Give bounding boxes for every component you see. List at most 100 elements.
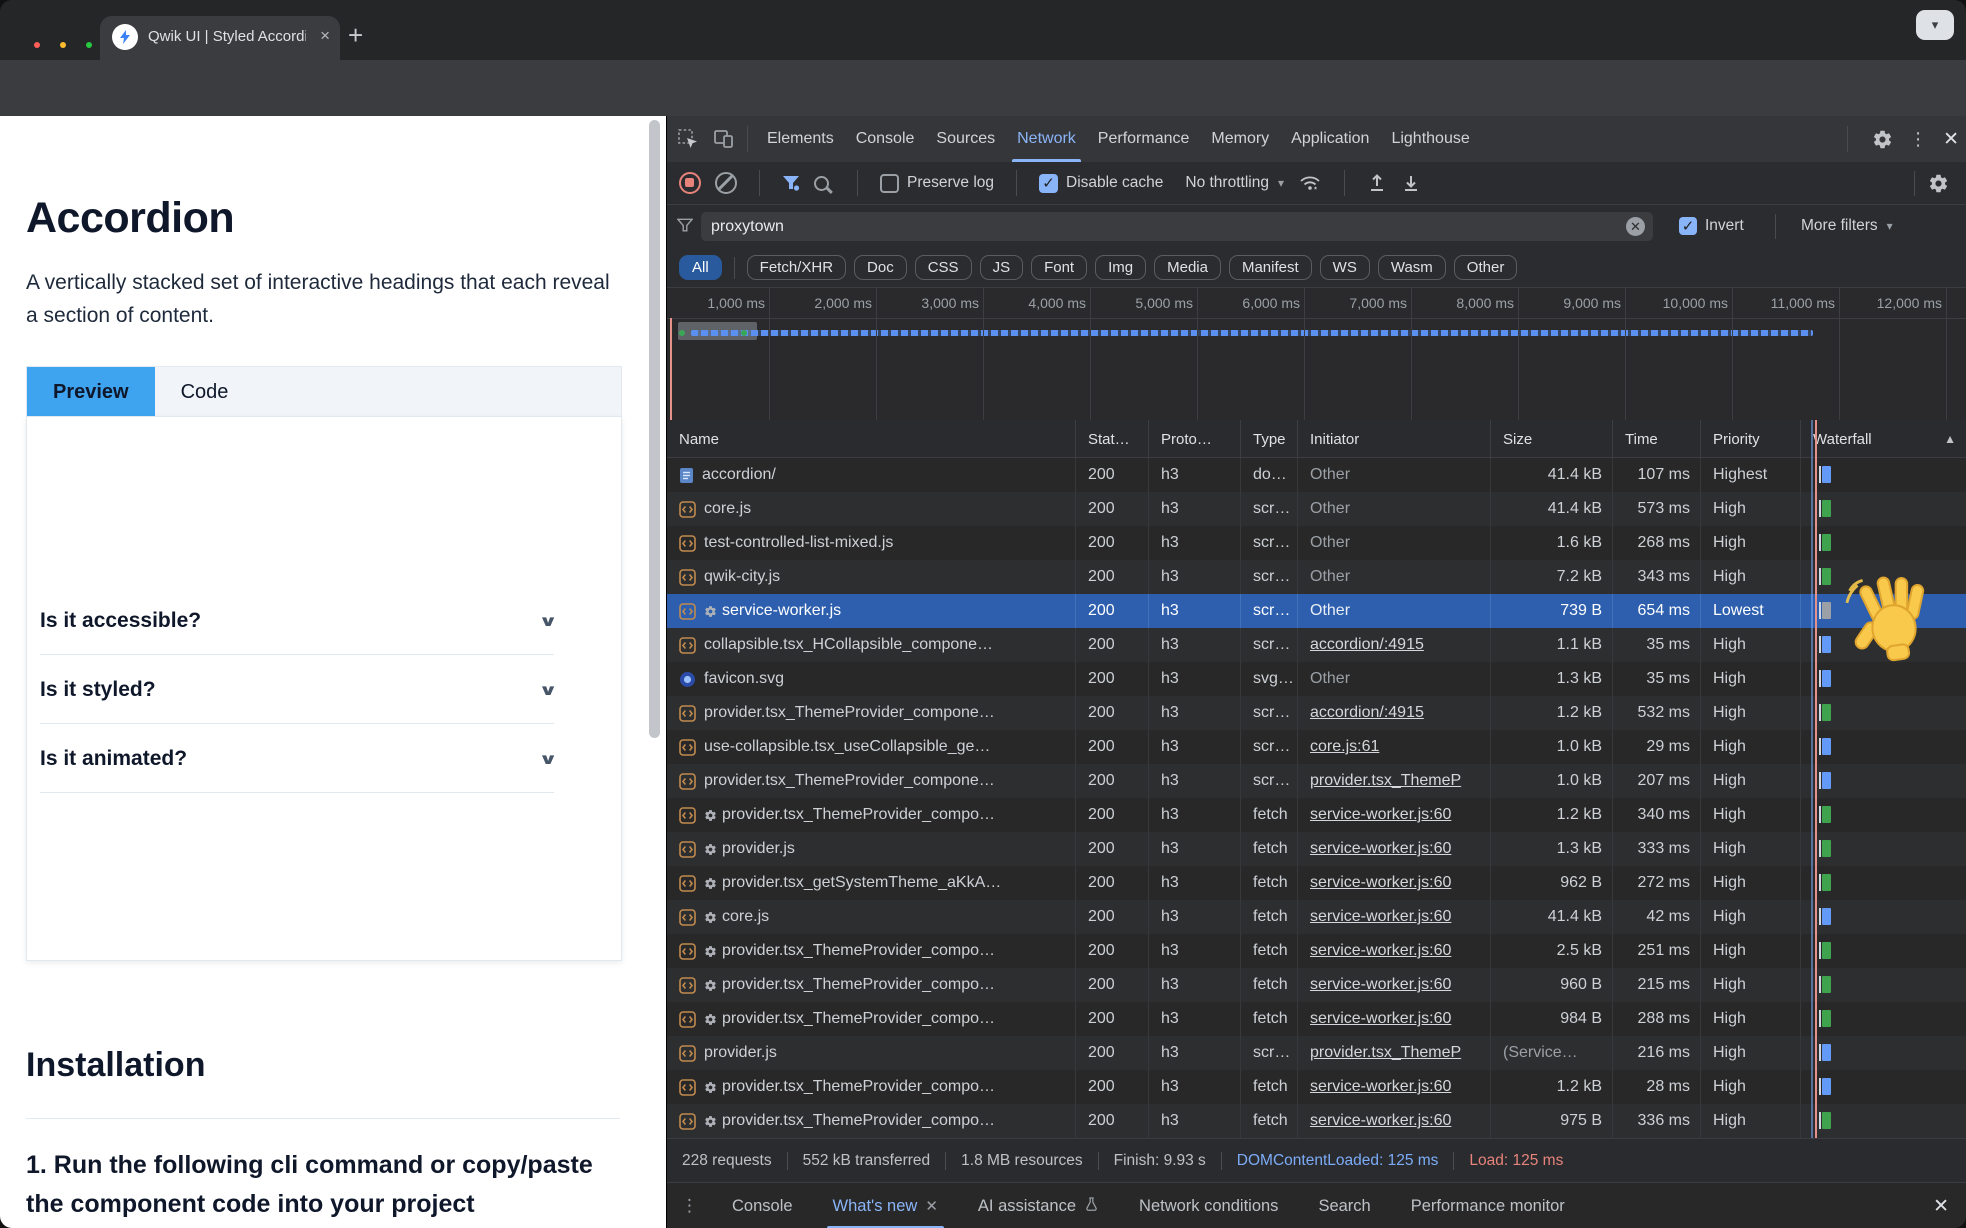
import-har-icon[interactable]: [1367, 173, 1387, 193]
type-chip-doc[interactable]: Doc: [854, 255, 907, 280]
column-header-waterfall[interactable]: Waterfall▲: [1801, 420, 1966, 458]
request-row-provider-tsx-themeprovider-compo-16[interactable]: provider.tsx_ThemeProvider_compo…200h3fe…: [667, 1002, 1966, 1036]
request-row-provider-tsx-themeprovider-compo-14[interactable]: provider.tsx_ThemeProvider_compo…200h3fe…: [667, 934, 1966, 968]
request-row-provider-tsx-themeprovider-compone-7[interactable]: provider.tsx_ThemeProvider_compone…200h3…: [667, 696, 1966, 730]
initiator-link[interactable]: core.js:61: [1310, 738, 1379, 756]
filter-clear-icon[interactable]: ✕: [1626, 217, 1645, 236]
devtools-tab-network[interactable]: Network: [1006, 116, 1087, 162]
initiator-link[interactable]: provider.tsx_ThemeP: [1310, 772, 1461, 790]
devtools-tab-sources[interactable]: Sources: [925, 116, 1006, 162]
column-header-stat[interactable]: Stat…: [1076, 420, 1149, 458]
browser-tab[interactable]: Qwik UI | Styled Accordion Co ×: [100, 16, 340, 60]
initiator-link[interactable]: service-worker.js:60: [1310, 874, 1451, 892]
request-row-provider-js-17[interactable]: provider.js200h3scr…provider.tsx_ThemeP(…: [667, 1036, 1966, 1070]
column-header-priority[interactable]: Priority: [1701, 420, 1801, 458]
devtools-menu-icon[interactable]: ⋮: [1909, 129, 1927, 150]
drawer-tab-performance-monitor[interactable]: Performance monitor: [1391, 1183, 1585, 1228]
request-row-core-js-13[interactable]: core.js200h3fetchservice-worker.js:6041.…: [667, 900, 1966, 934]
network-settings-icon[interactable]: [1928, 173, 1949, 194]
search-network-icon[interactable]: [814, 176, 829, 191]
accordion-item-is-it-styled[interactable]: Is it styled?∨: [40, 657, 554, 724]
type-chip-css[interactable]: CSS: [915, 255, 972, 280]
request-row-test-controlled-list-mixed-js-2[interactable]: test-controlled-list-mixed.js200h3scr…Ot…: [667, 526, 1966, 560]
drawer-tab-close-icon[interactable]: ✕: [925, 1197, 938, 1215]
request-row-provider-tsx-themeprovider-compo-10[interactable]: provider.tsx_ThemeProvider_compo…200h3fe…: [667, 798, 1966, 832]
devtools-tab-application[interactable]: Application: [1280, 116, 1380, 162]
type-chip-font[interactable]: Font: [1031, 255, 1087, 280]
macos-minimize-button[interactable]: [60, 42, 66, 48]
clear-network-log-icon[interactable]: [715, 172, 737, 194]
accordion-item-is-it-animated[interactable]: Is it animated?∨: [40, 726, 554, 793]
initiator-link[interactable]: provider.tsx_ThemeP: [1310, 1044, 1461, 1062]
type-chip-all[interactable]: All: [679, 255, 722, 280]
column-header-initiator[interactable]: Initiator: [1298, 420, 1491, 458]
initiator-link[interactable]: service-worker.js:60: [1310, 976, 1451, 994]
drawer-tab-ai-assistance[interactable]: AI assistance: [958, 1183, 1119, 1228]
filter-input[interactable]: proxytown ✕: [701, 212, 1653, 241]
request-row-provider-tsx-themeprovider-compo-19[interactable]: provider.tsx_ThemeProvider_compo…200h3fe…: [667, 1104, 1966, 1138]
network-conditions-icon[interactable]: [1298, 173, 1322, 193]
request-row-provider-tsx-themeprovider-compo-15[interactable]: provider.tsx_ThemeProvider_compo…200h3fe…: [667, 968, 1966, 1002]
throttling-select[interactable]: No throttling ▾: [1185, 174, 1284, 192]
request-row-collapsible-tsx-hcollapsible-compone-5[interactable]: collapsible.tsx_HCollapsible_compone…200…: [667, 628, 1966, 662]
column-header-size[interactable]: Size: [1491, 420, 1613, 458]
request-row-qwik-city-js-3[interactable]: qwik-city.js200h3scr…Other7.2 kB343 msHi…: [667, 560, 1966, 594]
drawer-tab-what-s-new[interactable]: What's new✕: [813, 1183, 958, 1228]
request-row-core-js-1[interactable]: core.js200h3scr…Other41.4 kB573 msHigh: [667, 492, 1966, 526]
request-row-provider-js-11[interactable]: provider.js200h3fetchservice-worker.js:6…: [667, 832, 1966, 866]
initiator-link[interactable]: service-worker.js:60: [1310, 908, 1451, 926]
drawer-tab-search[interactable]: Search: [1298, 1183, 1390, 1228]
devtools-settings-icon[interactable]: [1872, 129, 1893, 150]
export-har-icon[interactable]: [1401, 173, 1421, 193]
drawer-menu-icon[interactable]: ⋮: [681, 1196, 698, 1216]
request-row-provider-tsx-themeprovider-compone-9[interactable]: provider.tsx_ThemeProvider_compone…200h3…: [667, 764, 1966, 798]
column-header-time[interactable]: Time: [1613, 420, 1701, 458]
tab-code[interactable]: Code: [155, 367, 255, 417]
initiator-link[interactable]: service-worker.js:60: [1310, 942, 1451, 960]
request-row-use-collapsible-tsx-usecollapsible-ge-8[interactable]: use-collapsible.tsx_useCollapsible_ge…20…: [667, 730, 1966, 764]
page-scrollbar[interactable]: [649, 120, 660, 738]
request-row-service-worker-js-4[interactable]: service-worker.js200h3scr…Other739 B654 …: [667, 594, 1966, 628]
initiator-link[interactable]: service-worker.js:60: [1310, 806, 1451, 824]
initiator-link[interactable]: accordion/:4915: [1310, 636, 1424, 654]
invert-checkbox[interactable]: ✓: [1679, 217, 1697, 235]
devtools-tab-memory[interactable]: Memory: [1200, 116, 1280, 162]
device-toolbar-icon[interactable]: [709, 124, 739, 154]
column-header-proto[interactable]: Proto…: [1149, 420, 1241, 458]
initiator-link[interactable]: service-worker.js:60: [1310, 840, 1451, 858]
devtools-tab-lighthouse[interactable]: Lighthouse: [1380, 116, 1480, 162]
preserve-log-checkbox[interactable]: [880, 174, 899, 193]
tab-preview[interactable]: Preview: [27, 367, 155, 417]
inspect-element-icon[interactable]: [673, 124, 703, 154]
more-filters-button[interactable]: More filters ▾: [1801, 217, 1893, 235]
request-row-favicon-svg-6[interactable]: favicon.svg200h3svg…Other1.3 kB35 msHigh: [667, 662, 1966, 696]
request-row-accordion-0[interactable]: accordion/200h3do…Other41.4 kB107 msHigh…: [667, 458, 1966, 492]
accordion-item-is-it-accessible[interactable]: Is it accessible?∨: [40, 588, 554, 655]
type-chip-ws[interactable]: WS: [1320, 255, 1370, 280]
type-chip-manifest[interactable]: Manifest: [1229, 255, 1312, 280]
tab-search-button[interactable]: ▾: [1916, 10, 1954, 40]
type-chip-wasm[interactable]: Wasm: [1378, 255, 1446, 280]
request-row-provider-tsx-themeprovider-compo-18[interactable]: provider.tsx_ThemeProvider_compo…200h3fe…: [667, 1070, 1966, 1104]
devtools-close-icon[interactable]: ✕: [1943, 128, 1959, 151]
drawer-close-icon[interactable]: ✕: [1933, 1195, 1949, 1218]
devtools-tab-performance[interactable]: Performance: [1087, 116, 1201, 162]
column-header-type[interactable]: Type: [1241, 420, 1298, 458]
initiator-link[interactable]: service-worker.js:60: [1310, 1112, 1451, 1130]
initiator-link[interactable]: service-worker.js:60: [1310, 1078, 1451, 1096]
column-header-name[interactable]: Name: [667, 420, 1076, 458]
record-network-log-icon[interactable]: [679, 172, 701, 194]
tab-close-icon[interactable]: ×: [320, 26, 330, 46]
macos-zoom-button[interactable]: [86, 42, 92, 48]
type-chip-img[interactable]: Img: [1095, 255, 1146, 280]
type-chip-js[interactable]: JS: [980, 255, 1024, 280]
type-chip-media[interactable]: Media: [1154, 255, 1221, 280]
type-chip-other[interactable]: Other: [1454, 255, 1518, 280]
drawer-tab-console[interactable]: Console: [712, 1183, 813, 1228]
filter-funnel-icon[interactable]: [782, 175, 800, 191]
disable-cache-checkbox[interactable]: ✓: [1039, 174, 1058, 193]
type-chip-fetch-xhr[interactable]: Fetch/XHR: [747, 255, 846, 280]
macos-close-button[interactable]: [34, 42, 40, 48]
network-overview-timeline[interactable]: 1,000 ms2,000 ms3,000 ms4,000 ms5,000 ms…: [667, 288, 1966, 421]
initiator-link[interactable]: service-worker.js:60: [1310, 1010, 1451, 1028]
